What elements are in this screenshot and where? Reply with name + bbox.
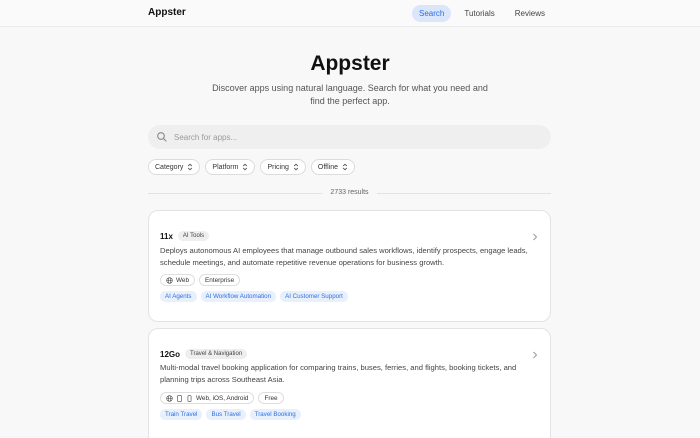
platform-chip: Web [160,274,196,286]
page-subtitle: Discover apps using natural language. Se… [212,83,488,106]
app-meta: Web Enterprise [160,274,241,286]
nav-tutorials[interactable]: Tutorials [457,5,501,22]
nav-reviews[interactable]: Reviews [508,5,552,22]
page-title: Appster [310,52,390,75]
search-icon [157,132,167,142]
filter-platform[interactable]: Platform [205,159,256,175]
filter-category-label: Category [155,163,184,171]
pricing-chip: Enterprise [199,274,241,286]
results-divider: 2733 results [148,188,551,198]
tag[interactable]: Travel Booking [249,409,301,420]
app-name: 12Go [160,349,181,359]
tablet-icon [177,394,182,402]
search-input[interactable] [174,132,534,142]
chevron-updown-icon [188,163,193,171]
category-badge: AI Tools [177,231,210,241]
chevron-updown-icon [293,163,298,171]
app-card-header: 11x AI Tools [160,231,210,241]
category-badge: Travel & Navigation [185,349,248,359]
platform-list: Web, iOS, Android [196,394,249,402]
tag-list: AI Agents AI Workflow Automation AI Cust… [160,291,348,302]
app-meta: Web, iOS, Android Free [160,392,284,404]
tag[interactable]: AI Agents [160,291,197,302]
globe-icon [166,394,173,402]
tag[interactable]: Bus Travel [206,409,246,420]
tag-list: Train Travel Bus Travel Travel Booking [160,409,301,420]
app-description: Multi-modal travel booking application f… [160,363,517,384]
chevron-right-icon[interactable] [532,233,538,241]
search-bar[interactable] [148,125,551,149]
filter-bar: Category Platform Pricing Offline [148,159,355,175]
app-card[interactable]: 12Go Travel & Navigation Multi-modal tra… [148,328,551,438]
nav-search[interactable]: Search [412,5,452,22]
brand-logo[interactable]: Appster [148,7,186,18]
filter-platform-label: Platform [212,163,239,171]
tag[interactable]: AI Customer Support [280,291,348,302]
nav-links: Search Tutorials Reviews [412,5,552,22]
filter-category[interactable]: Category [148,159,201,175]
divider-line [377,193,551,194]
pricing-chip: Free [258,392,284,404]
app-name: 11x [160,231,173,241]
phone-icon [187,394,192,402]
app-card-header: 12Go Travel & Navigation [160,349,248,359]
app-description: Deploys autonomous AI employees that man… [160,246,528,267]
chevron-updown-icon [342,163,348,171]
platform-chip: Web, iOS, Android [160,392,255,404]
chevron-updown-icon [243,163,248,171]
top-nav: Appster Search Tutorials Reviews [0,0,700,27]
filter-pricing[interactable]: Pricing [260,159,306,175]
tag[interactable]: AI Workflow Automation [200,291,277,302]
platform-list: Web [176,276,190,284]
tag[interactable]: Train Travel [160,409,203,420]
filter-offline-label: Offline [317,163,338,171]
chevron-right-icon[interactable] [532,351,538,359]
filter-pricing-label: Pricing [267,163,289,171]
filter-offline[interactable]: Offline [310,159,355,175]
globe-icon [166,276,173,284]
app-card[interactable]: 11x AI Tools Deploys autonomous AI emplo… [148,210,551,322]
